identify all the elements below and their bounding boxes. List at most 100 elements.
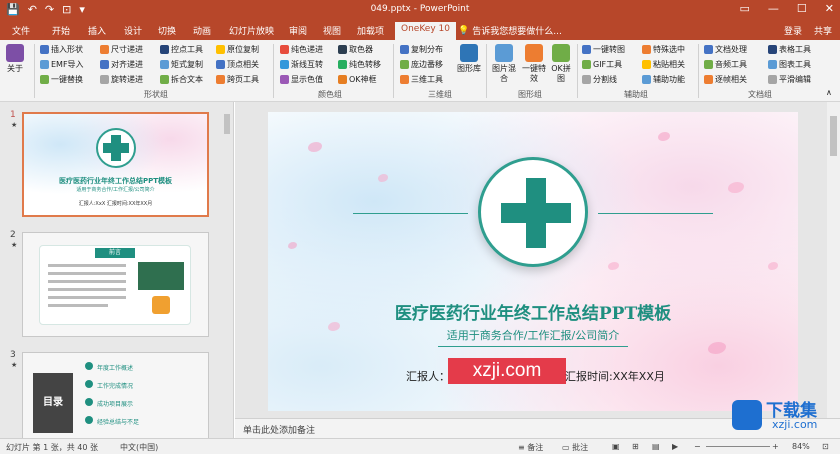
- size-step-button[interactable]: 尺寸递进: [100, 44, 143, 55]
- separator: [486, 44, 487, 98]
- emf-icon: [40, 60, 49, 69]
- cube-icon: [400, 75, 409, 84]
- smooth-icon: [768, 75, 777, 84]
- doc-process-button[interactable]: 文档处理: [704, 44, 747, 55]
- rotate-step-button[interactable]: 旋转递进: [100, 74, 143, 85]
- color-transfer-button[interactable]: 纯色转移: [338, 59, 381, 70]
- table-icon: [768, 45, 777, 54]
- ribbon-display-icon[interactable]: ▭: [740, 2, 750, 15]
- special-select-button[interactable]: 特殊选中: [642, 44, 685, 55]
- frame-by-frame-button[interactable]: 逐帧相关: [704, 74, 747, 85]
- sign-in-link[interactable]: 登录: [784, 24, 802, 37]
- tab-slideshow[interactable]: 幻灯片放映: [229, 24, 274, 37]
- zoom-slider[interactable]: [706, 446, 770, 447]
- ok-puzzle-button[interactable]: OK拼图: [548, 44, 574, 84]
- replace-button[interactable]: 一键替换: [40, 74, 83, 85]
- audio-tool-button[interactable]: 音频工具: [704, 59, 747, 70]
- slide-scrollbar[interactable]: [827, 102, 840, 418]
- shape-library-button[interactable]: 图形库: [456, 44, 482, 74]
- report-date: 汇报时间:XX年XX月: [565, 370, 665, 383]
- tab-home[interactable]: 开始: [52, 24, 70, 37]
- group-label-shape: 形状组: [144, 90, 168, 99]
- tab-design[interactable]: 设计: [124, 24, 142, 37]
- in-place-copy-button[interactable]: 原位复制: [216, 44, 259, 55]
- table-tool-button[interactable]: 表格工具: [768, 44, 811, 55]
- tab-addins[interactable]: 加载项: [357, 24, 384, 37]
- fit-slide-icon[interactable]: ⊡: [822, 442, 829, 451]
- notes-icon: ≡: [518, 443, 528, 452]
- handle-tool-button[interactable]: 控点工具: [160, 44, 203, 55]
- ok-frame-button[interactable]: OK神框: [338, 74, 377, 85]
- minimize-button[interactable]: —: [768, 2, 779, 15]
- tab-insert[interactable]: 插入: [88, 24, 106, 37]
- tab-onekey[interactable]: OneKey 10: [395, 22, 456, 40]
- solid-step-button[interactable]: 纯色递进: [280, 44, 323, 55]
- gradient-swap-button[interactable]: 渐线互转: [280, 59, 323, 70]
- slide-editing-area: 医疗医药行业年终工作总结PPT模板 适用于商务合作/工作汇报/公司简介 汇报人：…: [235, 102, 827, 418]
- zoom-in-button[interactable]: +: [772, 442, 779, 451]
- sorter-view-icon[interactable]: ⊞: [632, 442, 639, 451]
- tab-file[interactable]: 文件: [12, 24, 30, 37]
- divider-line-button[interactable]: 分割线: [582, 74, 617, 85]
- comments-button[interactable]: ▭ 批注: [562, 442, 588, 453]
- tab-animations[interactable]: 动画: [193, 24, 211, 37]
- zoom-level[interactable]: 84%: [792, 442, 810, 451]
- ribbon: 关于 插入形状 EMF导入 一键替换 尺寸递进 对齐递进 旋转递进 控点工具 矩…: [0, 40, 840, 102]
- insert-shape-button[interactable]: 插入形状: [40, 44, 83, 55]
- tab-view[interactable]: 视图: [323, 24, 341, 37]
- slide-thumbnail-3[interactable]: 目录 年度工作概述 工作完成情况 成功项目展示 经验总结与不足: [22, 352, 209, 438]
- tab-transitions[interactable]: 切换: [158, 24, 176, 37]
- thumb-star-2: ★: [11, 241, 18, 249]
- align-step-button[interactable]: 对齐递进: [100, 59, 143, 70]
- split-text-button[interactable]: 拆合文本: [160, 74, 203, 85]
- tell-me-box[interactable]: 💡 告诉我您想要做什么...: [458, 24, 562, 38]
- cross-page-button[interactable]: 跨页工具: [216, 74, 259, 85]
- normal-view-icon[interactable]: ▣: [612, 442, 620, 451]
- one-click-effect-button[interactable]: 一键特效: [520, 44, 548, 84]
- emf-import-button[interactable]: EMF导入: [40, 59, 84, 70]
- image-blend-button[interactable]: 图片混合: [490, 44, 518, 84]
- maximize-button[interactable]: ☐: [797, 2, 807, 15]
- gif-tool-button[interactable]: GIF工具: [582, 59, 622, 70]
- eyedropper-button[interactable]: 取色器: [338, 44, 373, 55]
- paste-button[interactable]: 粘贴相关: [642, 59, 685, 70]
- thumb2-panel: 前言: [39, 245, 191, 325]
- notes-button[interactable]: ≡ 备注: [518, 442, 543, 453]
- comment-icon: ▭: [562, 443, 573, 452]
- color-icon: [280, 45, 289, 54]
- slideshow-view-icon[interactable]: ▶: [672, 442, 678, 451]
- language-status[interactable]: 中文(中国): [120, 442, 158, 453]
- smooth-edit-button[interactable]: 平滑编辑: [768, 74, 811, 85]
- slide-count: 幻灯片 第 1 张，共 40 张: [6, 443, 98, 452]
- close-button[interactable]: ✕: [825, 2, 834, 15]
- slide-thumbnail-2[interactable]: 前言: [22, 232, 209, 337]
- thumb-reporter: 汇报人:XxX 汇报时间:XX年XX月: [78, 201, 153, 207]
- window-controls: ▭ — ☐ ✕: [740, 2, 835, 15]
- thumb-star-3: ★: [11, 361, 18, 369]
- chart-tool-button[interactable]: 图表工具: [768, 59, 811, 70]
- matrix-copy-button[interactable]: 矩式复制: [160, 59, 203, 70]
- copy-distribute-button[interactable]: 复制分布: [400, 44, 443, 55]
- 3d-tool-button[interactable]: 三维工具: [400, 74, 443, 85]
- thumbnail-scrollbar[interactable]: [223, 106, 231, 432]
- share-button[interactable]: 共享: [814, 24, 832, 37]
- aux-function-button[interactable]: 辅助功能: [642, 74, 685, 85]
- left-decor-line: [353, 213, 468, 214]
- current-slide[interactable]: 医疗医药行业年终工作总结PPT模板 适用于商务合作/工作汇报/公司简介 汇报人：…: [268, 112, 798, 411]
- ribbon-tabs: 文件 开始 插入 设计 切换 动画 幻灯片放映 审阅 视图 加载项 OneKey…: [0, 21, 840, 40]
- document-title: 049.pptx - PowerPoint: [370, 4, 470, 14]
- edge-move-button[interactable]: 庞边番移: [400, 59, 443, 70]
- aux-icon: [642, 75, 651, 84]
- show-color-button[interactable]: 显示色值: [280, 74, 323, 85]
- reading-view-icon[interactable]: ▤: [652, 442, 660, 451]
- slide-thumbnail-1[interactable]: 医疗医药行业年终工作总结PPT模板 适用于商务合作/工作汇报/公司简介 汇报人:…: [22, 112, 209, 217]
- thumb2-photo: [138, 262, 184, 290]
- vertex-button[interactable]: 顶点相关: [216, 59, 259, 70]
- to-image-button[interactable]: 一键转图: [582, 44, 625, 55]
- tab-review[interactable]: 审阅: [289, 24, 307, 37]
- download-logo-icon: [732, 400, 762, 430]
- zoom-out-button[interactable]: −: [694, 442, 701, 451]
- group-label-doc: 文档组: [748, 90, 772, 99]
- collapse-ribbon-icon[interactable]: ∧: [826, 88, 832, 97]
- about-button[interactable]: 关于: [6, 44, 24, 74]
